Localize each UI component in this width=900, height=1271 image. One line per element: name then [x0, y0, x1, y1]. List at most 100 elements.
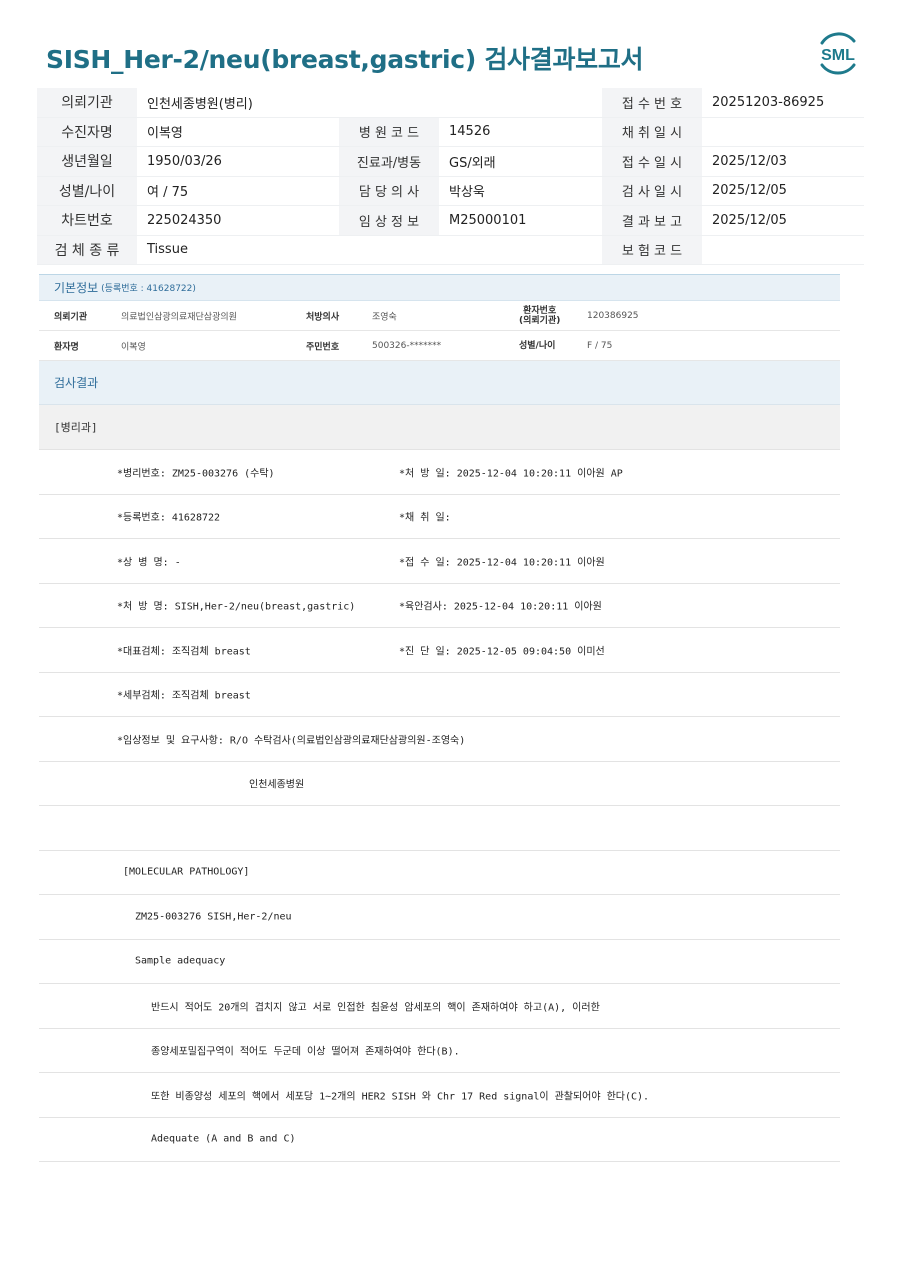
- header-label: 의뢰기관: [37, 88, 137, 118]
- result-line-text: *처 방 명: SISH,Her-2/neu(breast,gastric): [117, 601, 356, 613]
- header-label: 진료과/병동: [339, 146, 439, 177]
- results-bar: 검사결과: [39, 361, 840, 405]
- logo-text: SML: [821, 47, 855, 64]
- report-body: 기본정보 (등록번호 : 41628722) 의뢰기관 의료법인삼광의료재단삼광의…: [39, 274, 840, 1162]
- result-line-text: 또한 비종양성 세포의 핵에서 세포당 1~2개의 HER2 SISH 와 Ch…: [151, 1091, 650, 1103]
- basic-info-key: 성별/나이: [519, 341, 555, 351]
- header-label: 수진자명: [37, 117, 137, 147]
- basic-info-key: 환자명: [54, 342, 79, 352]
- result-line-text: 종양세포밀집구역이 적어도 두군데 이상 떨어져 존재하여야 한다(B).: [151, 1046, 460, 1058]
- result-line-text: *상 병 명: -: [117, 557, 181, 569]
- basic-info-key-main: 환자번호: [523, 305, 557, 316]
- result-line-text: Adequate (A and B and C): [151, 1133, 296, 1145]
- header-label: 차트번호: [37, 205, 137, 236]
- sml-logo: SML: [820, 32, 856, 75]
- header-value: [439, 235, 602, 265]
- result-line: 인천세종병원: [39, 762, 840, 806]
- header-label: 담 당 의 사: [339, 176, 439, 206]
- result-line-text: *임상정보 및 요구사항: R/O 수탁검사(의료법인삼광의료재단삼광의원-조영…: [117, 735, 466, 747]
- basic-info-reg-note: (등록번호 : 41628722): [101, 284, 196, 294]
- result-line: *병리번호: ZM25-003276 (수탁) *처 방 일: 2025-12-0…: [39, 450, 840, 495]
- basic-info-value: 의료법인삼광의료재단삼광의원: [121, 312, 237, 322]
- basic-info-key: 주민번호: [306, 342, 340, 352]
- header-row: 의뢰기관 인천세종병원(병리) 접 수 번 호 20251203-86925: [37, 88, 864, 118]
- result-line: *세부검체: 조직검체 breast: [39, 673, 840, 717]
- header-row: 검 체 종 류 Tissue 보 험 코 드: [37, 235, 864, 265]
- basic-info-value: 120386925: [587, 310, 639, 321]
- basic-info-value: 500326-*******: [372, 340, 442, 351]
- header-row: 생년월일 1950/03/26 진료과/병동 GS/외래 접 수 일 시 2025/12/…: [37, 146, 864, 177]
- header-label: 성별/나이: [37, 176, 137, 206]
- basic-info-value: 조영숙: [372, 312, 397, 322]
- header-value: 14526: [439, 117, 602, 147]
- header-value: 20251203-86925: [702, 88, 864, 118]
- header-label: 채 취 일 시: [602, 117, 702, 147]
- basic-info-value: 이복영: [121, 342, 146, 352]
- result-line-text: 인천세종병원: [249, 779, 305, 791]
- result-line: *대표검체: 조직검체 breast *진 단 일: 2025-12-05 09:…: [39, 628, 840, 673]
- result-line-text: 반드시 적어도 20개의 겹치지 않고 서로 인접한 침윤성 암세포의 핵이 존…: [151, 1002, 600, 1014]
- result-line: Adequate (A and B and C): [39, 1118, 840, 1162]
- result-line-text: *등록번호: 41628722: [117, 512, 221, 524]
- basic-info-row: 환자명 이복영 주민번호 500326-******* 성별/나이 F / 75: [39, 331, 840, 361]
- basic-info-row: 의뢰기관 의료법인삼광의료재단삼광의원 처방의사 조영숙 환자번호 (의뢰기관) 12038…: [39, 301, 840, 331]
- header-value: GS/외래: [439, 146, 602, 177]
- result-line: *처 방 명: SISH,Her-2/neu(breast,gastric) *육…: [39, 584, 840, 628]
- basic-info-key-main: 성별/나이: [519, 340, 556, 351]
- report-title: SISH_Her-2/neu(breast,gastric) 검사결과보고서: [46, 45, 644, 74]
- header-value: 인천세종병원(병리): [137, 88, 339, 118]
- header-label: 결 과 보 고: [602, 205, 702, 236]
- header-info-table: 의뢰기관 인천세종병원(병리) 접 수 번 호 20251203-86925 수진자명 이…: [37, 88, 864, 265]
- header-label: 보 험 코 드: [602, 235, 702, 265]
- basic-info-key: 환자번호 (의뢰기관): [519, 306, 560, 326]
- header-label: [339, 235, 439, 265]
- dept-label: [병리과]: [54, 421, 98, 434]
- result-line-right: *처 방 일: 2025-12-04 10:20:11 이아원 AP: [399, 468, 623, 480]
- result-line-text: *병리번호: ZM25-003276 (수탁): [117, 468, 275, 480]
- header-value: 2025/12/03: [702, 146, 864, 177]
- header-row: 성별/나이 여 / 75 담 당 의 사 박상욱 검 사 일 시 2025/12/05: [37, 176, 864, 206]
- header-value: 이복영: [137, 117, 339, 147]
- result-line-right: *육안검사: 2025-12-04 10:20:11 이아원: [399, 601, 602, 613]
- header-label: 접 수 번 호: [602, 88, 702, 118]
- basic-info-title: 기본정보: [54, 281, 99, 295]
- result-line-right: *진 단 일: 2025-12-05 09:04:50 이미선: [399, 646, 605, 658]
- header-value: [702, 235, 864, 265]
- header-label: 접 수 일 시: [602, 146, 702, 177]
- header-label: 검 사 일 시: [602, 176, 702, 206]
- header-value: 2025/12/05: [702, 205, 864, 236]
- result-line: [39, 806, 840, 851]
- result-line-right: *채 취 일:: [399, 512, 451, 524]
- result-line-text: *세부검체: 조직검체 breast: [117, 690, 251, 702]
- header-row: 수진자명 이복영 병 원 코 드 14526 채 취 일 시: [37, 117, 864, 147]
- result-line: *상 병 명: - *접 수 일: 2025-12-04 10:20:11 이아원: [39, 539, 840, 584]
- header-value: Tissue: [137, 235, 339, 265]
- result-line: 종양세포밀집구역이 적어도 두군데 이상 떨어져 존재하여야 한다(B).: [39, 1029, 840, 1073]
- basic-info-key: 의뢰기관: [54, 312, 88, 322]
- header-value: 2025/12/05: [702, 176, 864, 206]
- results-title: 검사결과: [54, 376, 99, 390]
- header-label: [339, 88, 439, 118]
- header-row: 차트번호 225024350 임 상 정 보 M25000101 결 과 보 고 2025…: [37, 205, 864, 236]
- header-value: 1950/03/26: [137, 146, 339, 177]
- result-line: [MOLECULAR PATHOLOGY]: [39, 851, 840, 895]
- header-value: 225024350: [137, 205, 339, 236]
- header-label: 생년월일: [37, 146, 137, 177]
- header-value: 박상욱: [439, 176, 602, 206]
- header-label: 병 원 코 드: [339, 117, 439, 147]
- result-line: Sample adequacy: [39, 940, 840, 984]
- basic-info-key-sub: (의뢰기관): [519, 315, 561, 326]
- result-line-text: ZM25-003276 SISH,Her-2/neu: [135, 911, 292, 923]
- result-line-right: *접 수 일: 2025-12-04 10:20:11 이아원: [399, 557, 605, 569]
- result-line: 반드시 적어도 20개의 겹치지 않고 서로 인접한 침윤성 암세포의 핵이 존…: [39, 984, 840, 1029]
- result-line-text: [MOLECULAR PATHOLOGY]: [123, 866, 250, 878]
- header-value: [702, 117, 864, 147]
- header-value: [439, 88, 602, 118]
- basic-info-bar: 기본정보 (등록번호 : 41628722): [39, 274, 840, 301]
- header-value: M25000101: [439, 205, 602, 236]
- header-label: 임 상 정 보: [339, 205, 439, 236]
- dept-bar: [병리과]: [39, 405, 840, 450]
- result-line-text: *대표검체: 조직검체 breast: [117, 646, 251, 658]
- result-line: 또한 비종양성 세포의 핵에서 세포당 1~2개의 HER2 SISH 와 Ch…: [39, 1073, 840, 1118]
- header-label: 검 체 종 류: [37, 235, 137, 265]
